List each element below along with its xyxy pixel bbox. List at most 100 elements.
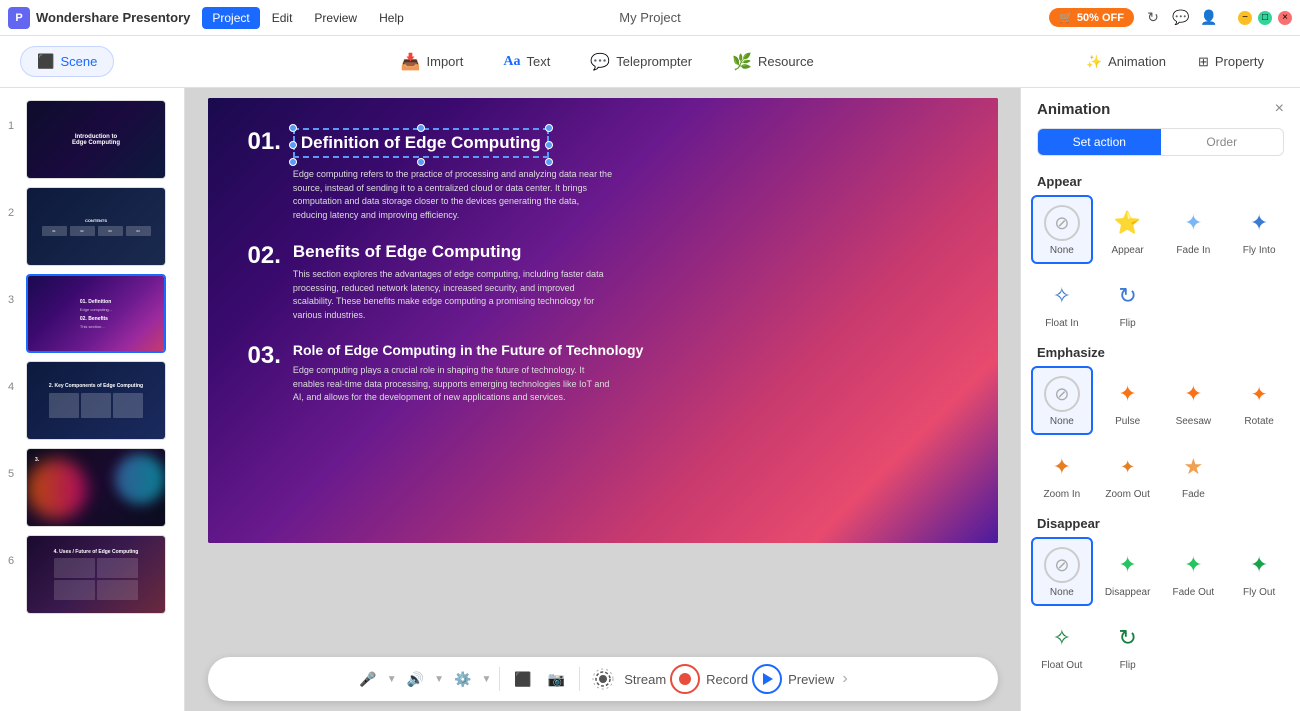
titlebar-menu: Project Edit Preview Help — [202, 7, 413, 29]
import-icon: 📥 — [401, 52, 421, 72]
point-desc-1: Edge computing refers to the practice of… — [293, 168, 613, 222]
menu-edit[interactable]: Edit — [262, 7, 303, 29]
menu-project[interactable]: Project — [202, 7, 259, 29]
promo-text: 50% OFF — [1077, 12, 1124, 24]
fadein-icon: ✦ — [1173, 203, 1213, 243]
menu-help[interactable]: Help — [369, 7, 414, 29]
slide-item[interactable]: 4 2. Key Components of Edge Computing — [0, 357, 184, 444]
mic-chevron[interactable]: ▼ — [387, 674, 397, 685]
panel-close-button[interactable]: × — [1275, 100, 1284, 118]
appear-section-title: Appear — [1037, 174, 1284, 189]
logo-icon: P — [8, 7, 30, 29]
scene-icon: ⬛ — [37, 53, 54, 70]
divider-1 — [499, 667, 500, 691]
titlebar-right: 🛒 50% OFF ↻ 💬 👤 − □ × — [1049, 8, 1292, 27]
mic-button[interactable]: 🎤 — [353, 667, 382, 692]
emphasize-seesaw[interactable]: ✦ Seesaw — [1163, 366, 1225, 435]
slide-item[interactable]: 2 CONTENTS 01 02 03 04 — [0, 183, 184, 270]
disappear-disappear[interactable]: ✦ Disappear — [1097, 537, 1159, 606]
flyinto-icon: ✦ — [1239, 203, 1279, 243]
emphasize-rotate[interactable]: ✦ Rotate — [1228, 366, 1290, 435]
slide-item[interactable]: 5 3. — [0, 444, 184, 531]
appear-none[interactable]: ⊘ None — [1031, 195, 1093, 264]
teleprompter-icon: 💬 — [590, 52, 610, 72]
emphasize-pulse[interactable]: ✦ Pulse — [1097, 366, 1159, 435]
toolbar-teleprompter[interactable]: 💬 Teleprompter — [570, 46, 712, 78]
slide-thumbnail: CONTENTS 01 02 03 04 — [26, 187, 166, 266]
close-button[interactable]: × — [1278, 11, 1292, 25]
slide-thumb-bg: 2. Key Components of Edge Computing — [27, 362, 165, 439]
toolbar-import[interactable]: 📥 Import — [381, 46, 484, 78]
slide-text-area: 01. Definition of Edge Computing — [248, 128, 958, 425]
emphasize-zoomin-label: Zoom In — [1044, 489, 1081, 500]
none-icon: ⊘ — [1042, 203, 1082, 243]
import-label: Import — [427, 54, 464, 69]
teleprompter-label: Teleprompter — [616, 54, 692, 69]
record-button[interactable]: Record — [670, 664, 748, 694]
disappear-floatout[interactable]: ✧ Float Out — [1031, 610, 1093, 679]
appear-flyinto[interactable]: ✦ Fly Into — [1228, 195, 1290, 264]
none-icon-3: ⊘ — [1042, 545, 1082, 585]
emphasize-fade[interactable]: ★ Fade — [1163, 439, 1225, 508]
disappear-flyout[interactable]: ✦ Fly Out — [1228, 537, 1290, 606]
volume-button[interactable]: 🔊 — [401, 667, 430, 692]
animation-label: Animation — [1108, 54, 1166, 69]
emphasize-zoomout-label: Zoom Out — [1105, 489, 1149, 500]
scene-label: Scene — [60, 54, 97, 69]
emphasize-zoomin[interactable]: ✦ Zoom In — [1031, 439, 1093, 508]
point-title-1[interactable]: Definition of Edge Computing — [293, 128, 549, 158]
rotate-icon: ✦ — [1239, 374, 1279, 414]
animation-panel: Animation × Set action Order Appear ⊘ No… — [1020, 88, 1300, 711]
disappear-flyout-label: Fly Out — [1243, 587, 1275, 598]
user-icon[interactable]: 👤 — [1200, 9, 1218, 27]
slide-number: 6 — [8, 555, 20, 567]
window-controls: − □ × — [1238, 11, 1292, 25]
property-button[interactable]: ⊞ Property — [1182, 48, 1280, 76]
appear-appear[interactable]: ⭐ Appear — [1097, 195, 1159, 264]
disappear-flip[interactable]: ↻ Flip — [1097, 610, 1159, 679]
screen-button[interactable]: ⬛ — [508, 667, 537, 692]
emphasize-none[interactable]: ⊘ None — [1031, 366, 1093, 435]
preview-button[interactable]: Preview — [752, 664, 834, 694]
settings-button[interactable]: ⚙️ — [448, 667, 477, 692]
point-title-3: Role of Edge Computing in the Future of … — [293, 342, 644, 358]
settings-chevron[interactable]: ▼ — [481, 674, 491, 685]
emphasize-zoomout[interactable]: ✦ Zoom Out — [1097, 439, 1159, 508]
appear-appear-label: Appear — [1112, 245, 1144, 256]
promo-badge[interactable]: 🛒 50% OFF — [1049, 8, 1134, 27]
stream-button[interactable]: Stream — [588, 664, 666, 694]
slide-item-active[interactable]: 3 01. Definition Edge computing... 02. B… — [0, 270, 184, 357]
appear-floatin[interactable]: ✧ Float In — [1031, 268, 1093, 337]
divider-2 — [579, 667, 580, 691]
slide-item[interactable]: 6 4. Uses / Future of Edge Computing — [0, 531, 184, 618]
animation-button[interactable]: ✨ Animation — [1070, 48, 1182, 76]
seesaw-icon: ✦ — [1173, 374, 1213, 414]
panel-tabs: Set action Order — [1037, 128, 1284, 156]
titlebar: P Wondershare Presentory Project Edit Pr… — [0, 0, 1300, 36]
pulse-icon: ✦ — [1108, 374, 1148, 414]
tab-set-action[interactable]: Set action — [1038, 129, 1161, 155]
message-icon[interactable]: 💬 — [1172, 9, 1190, 27]
menu-preview[interactable]: Preview — [304, 7, 367, 29]
bottom-bar: 🎤 ▼ 🔊 ▼ ⚙️ ▼ ⬛ 📷 — [208, 657, 998, 701]
refresh-icon[interactable]: ↻ — [1144, 9, 1162, 27]
zoomout-icon: ✦ — [1108, 447, 1148, 487]
point-desc-2: This section explores the advantages of … — [293, 268, 613, 322]
minimize-button[interactable]: − — [1238, 11, 1252, 25]
appear-flip[interactable]: ↻ Flip — [1097, 268, 1159, 337]
camera-button[interactable]: 📷 — [542, 667, 571, 692]
appear-floatin-label: Float In — [1045, 318, 1078, 329]
disappear-none[interactable]: ⊘ None — [1031, 537, 1093, 606]
maximize-button[interactable]: □ — [1258, 11, 1272, 25]
disappear-fadeout[interactable]: ✦ Fade Out — [1163, 537, 1225, 606]
slide-item[interactable]: 1 Introduction toEdge Computing — [0, 96, 184, 183]
appear-fadein[interactable]: ✦ Fade In — [1163, 195, 1225, 264]
toolbar-text[interactable]: Aa Text — [483, 48, 570, 76]
emphasize-rotate-label: Rotate — [1244, 416, 1273, 427]
floatin-icon: ✧ — [1042, 276, 1082, 316]
next-arrow[interactable]: › — [838, 666, 851, 692]
scene-button[interactable]: ⬛ Scene — [20, 46, 114, 77]
tab-order[interactable]: Order — [1161, 129, 1284, 155]
toolbar-resource[interactable]: 🌿 Resource — [712, 46, 834, 78]
volume-chevron[interactable]: ▼ — [434, 674, 444, 685]
